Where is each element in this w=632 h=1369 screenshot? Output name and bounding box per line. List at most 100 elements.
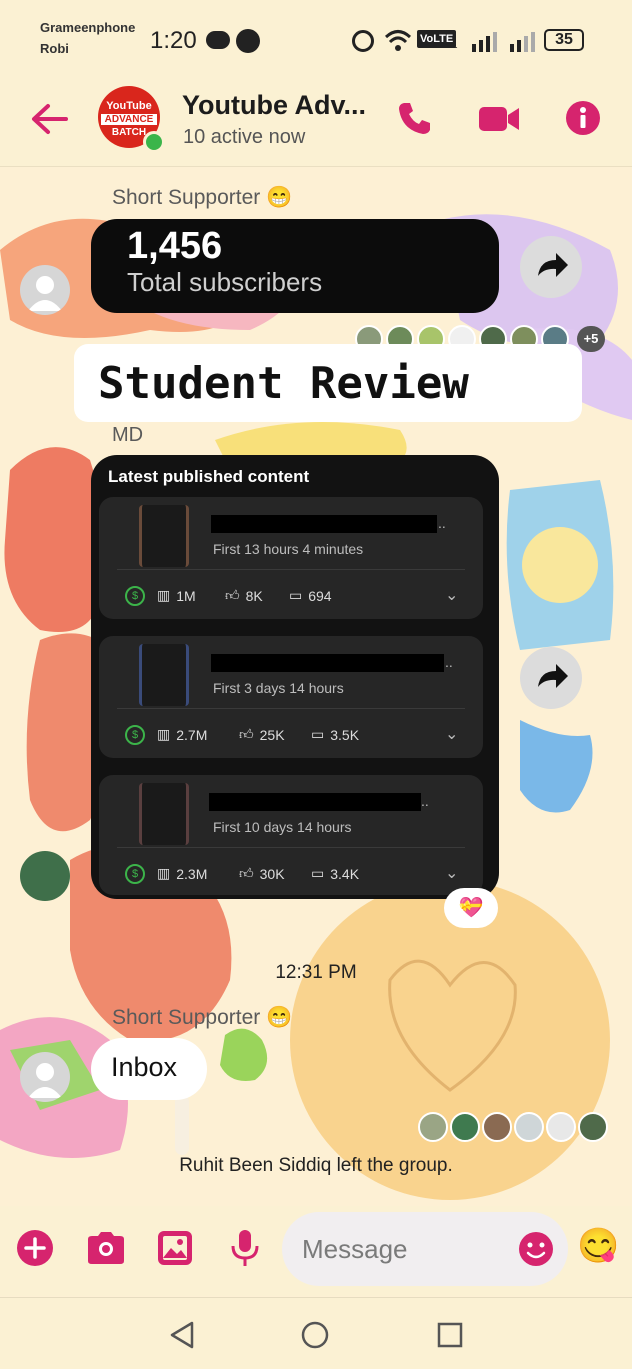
- monetization-icon: $: [125, 586, 145, 606]
- chat-title[interactable]: Youtube Adv...: [182, 90, 366, 121]
- chevron-down-icon[interactable]: ⌄: [445, 863, 458, 883]
- video-call-icon[interactable]: [478, 104, 520, 134]
- comment-icon: ▭: [311, 726, 325, 742]
- video-caption: First 3 days 14 hours: [213, 680, 344, 696]
- carrier-2: Robi: [40, 41, 69, 56]
- likes-value: 30K: [259, 865, 285, 882]
- video-caption: First 10 days 14 hours: [213, 819, 352, 835]
- sender-avatar-photo[interactable]: [20, 851, 70, 901]
- comments-stat: ▭ 3.5K: [311, 726, 359, 743]
- microphone-icon[interactable]: [230, 1228, 260, 1268]
- chevron-down-icon[interactable]: ⌄: [445, 585, 458, 605]
- composer-bar: Message 😋: [0, 1206, 632, 1296]
- info-icon[interactable]: [565, 100, 601, 136]
- message-text: Inbox: [111, 1052, 178, 1082]
- more-readers-badge[interactable]: +5: [577, 326, 605, 352]
- reader-avatar: [578, 1112, 608, 1142]
- views-icon: ▥: [157, 726, 171, 742]
- home-circle-icon[interactable]: [300, 1320, 330, 1350]
- back-arrow-icon[interactable]: [30, 102, 68, 136]
- like-icon: 👍︎: [239, 726, 254, 742]
- system-nav-bar: [0, 1297, 632, 1369]
- share-arrow-icon: [538, 253, 568, 277]
- default-avatar-icon: [28, 276, 62, 311]
- title-ellipsis: ..: [421, 793, 429, 809]
- system-message: Ruhit Been Siddiq left the group.: [179, 1155, 453, 1176]
- video-caption: First 13 hours 4 minutes: [213, 541, 364, 557]
- video-card[interactable]: .. First 10 days 14 hours $ ▥ 2.3M 👍︎ 30K …: [99, 775, 483, 895]
- reaction-badge[interactable]: 💝: [444, 888, 498, 928]
- alarm-icon: [352, 30, 374, 52]
- student-review-banner: Student Review: [74, 344, 582, 422]
- phone-icon[interactable]: [396, 100, 432, 136]
- monetization-icon: $: [125, 725, 145, 745]
- forward-button[interactable]: [520, 647, 582, 709]
- default-avatar-icon: [28, 1063, 62, 1098]
- volte-badge: VoLTE: [417, 30, 457, 48]
- title-ellipsis: ..: [438, 515, 446, 531]
- signal-icon-2: [510, 32, 535, 52]
- signal-icon: [472, 32, 497, 52]
- reader-avatar: [450, 1112, 480, 1142]
- gallery-icon[interactable]: [157, 1230, 193, 1266]
- title-ellipsis: ..: [445, 654, 453, 670]
- message-placeholder: Message: [302, 1234, 408, 1264]
- reader-avatar: [482, 1112, 512, 1142]
- recents-square-icon[interactable]: [436, 1321, 464, 1349]
- chat-header: YouTube ADVANCE BATCH Youtube Adv... 10 …: [0, 80, 632, 167]
- message-input[interactable]: Message: [282, 1212, 568, 1286]
- likes-stat: 👍︎ 25K: [239, 726, 285, 743]
- views-stat: ▥ 2.7M: [157, 726, 207, 743]
- sender-avatar[interactable]: [20, 1052, 70, 1102]
- views-value: 2.3M: [176, 865, 208, 882]
- video-card[interactable]: .. First 3 days 14 hours $ ▥ 2.7M 👍︎ 25K ▭…: [99, 636, 483, 758]
- messenger-icon: [236, 29, 260, 53]
- chat-bubble-icon: [206, 31, 230, 49]
- comments-stat: ▭ 694: [289, 587, 332, 604]
- redacted-title: [209, 793, 421, 811]
- reader-avatar: [418, 1112, 448, 1142]
- logo-line-2: ADVANCE: [101, 114, 157, 125]
- reader-avatar: [514, 1112, 544, 1142]
- sender-name: MD: [112, 424, 144, 446]
- battery-icon: 35: [544, 29, 584, 51]
- video-card[interactable]: .. First 13 hours 4 minutes $ ▥ 1M 👍︎ 8K ▭…: [99, 497, 483, 619]
- sender-avatar[interactable]: [20, 265, 70, 315]
- plus-icon[interactable]: [16, 1229, 54, 1267]
- sender-name: Short Supporter 😁: [112, 1006, 293, 1029]
- comments-value: 3.4K: [330, 865, 360, 882]
- reader-avatar: [546, 1112, 576, 1142]
- divider: [117, 569, 465, 570]
- status-bar: Grameenphone Robi 1:20 VoLTE 1 35: [0, 0, 632, 80]
- views-icon: ▥: [157, 587, 171, 603]
- published-content-message[interactable]: Latest published content .. First 13 hou…: [91, 455, 499, 899]
- redacted-title: [211, 515, 437, 533]
- likes-value: 8K: [245, 587, 263, 604]
- sender-name: Short Supporter 😁: [112, 186, 293, 209]
- forward-button[interactable]: [520, 236, 582, 298]
- quick-emoji-button[interactable]: 😋: [577, 1226, 619, 1266]
- subscriber-count: 1,456: [127, 225, 223, 267]
- video-thumbnail: [139, 505, 189, 567]
- online-indicator: [143, 131, 165, 153]
- message-bubble[interactable]: Inbox: [91, 1038, 207, 1100]
- video-thumbnail: [139, 783, 189, 845]
- views-value: 1M: [176, 587, 196, 604]
- views-value: 2.7M: [176, 726, 208, 743]
- subscriber-message[interactable]: 1,456 Total subscribers: [91, 219, 499, 313]
- clock: 1:20: [150, 27, 197, 54]
- comments-stat: ▭ 3.4K: [311, 865, 359, 882]
- likes-stat: 👍︎ 8K: [225, 587, 263, 604]
- read-receipts[interactable]: [418, 1112, 608, 1142]
- camera-icon[interactable]: [86, 1230, 126, 1266]
- message-timestamp: 12:31 PM: [275, 962, 357, 983]
- carrier-1: Grameenphone: [40, 20, 136, 35]
- views-stat: ▥ 2.3M: [157, 865, 207, 882]
- sticker-smiley-icon[interactable]: [518, 1231, 554, 1267]
- views-icon: ▥: [157, 865, 171, 881]
- likes-value: 25K: [259, 726, 285, 743]
- back-triangle-icon[interactable]: [168, 1320, 196, 1350]
- chat-subtitle: 10 active now: [183, 126, 306, 148]
- chevron-down-icon[interactable]: ⌄: [445, 724, 458, 744]
- like-icon: 👍︎: [239, 865, 254, 881]
